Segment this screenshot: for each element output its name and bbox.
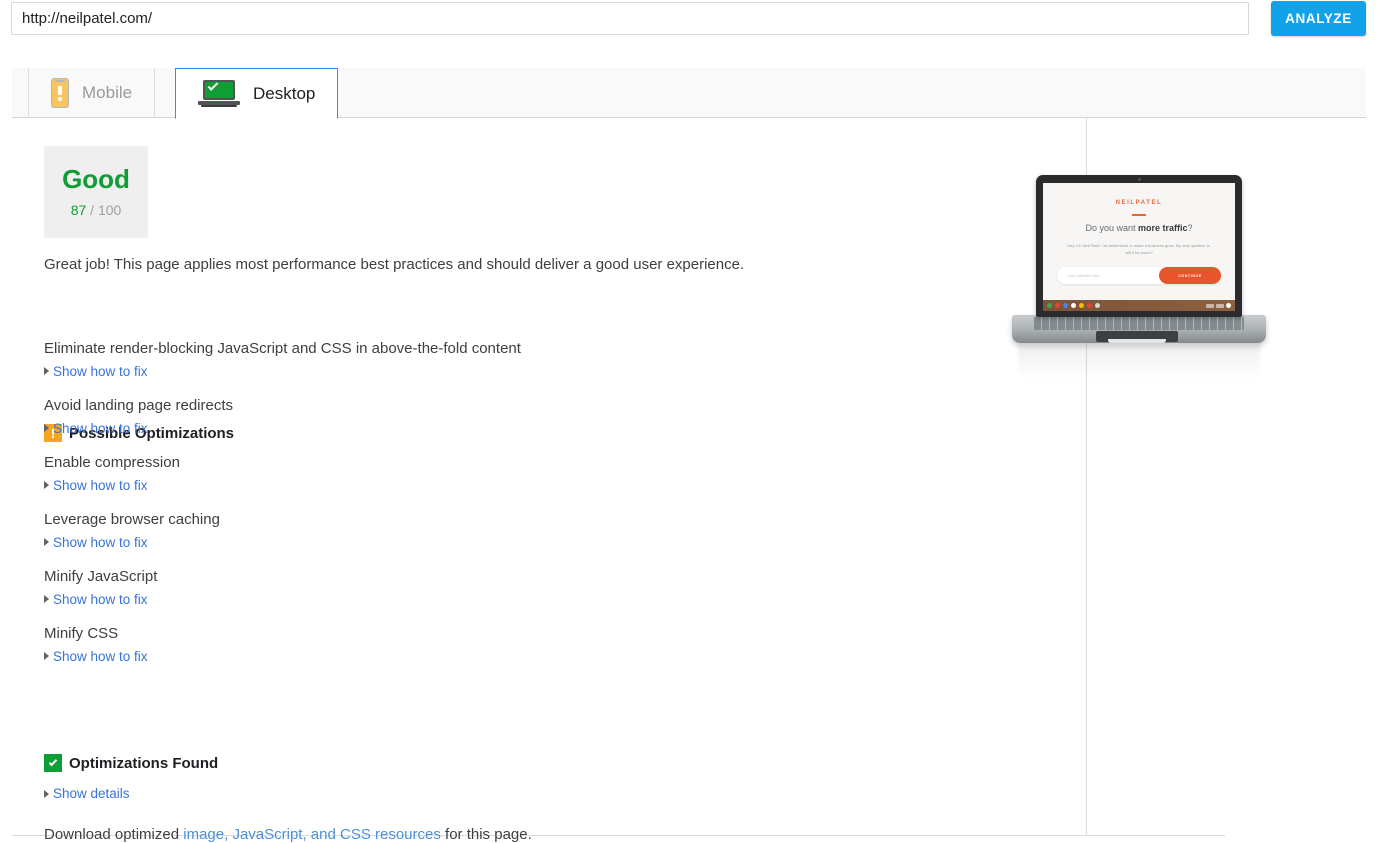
taskbar-status-icon [1216, 303, 1224, 308]
preview-signup-form: Your website URL CONTINUE [1057, 267, 1221, 285]
show-details-link[interactable]: Show details [44, 786, 130, 801]
preview-headline-bold: more traffic [1138, 222, 1188, 233]
preview-headline-post: ? [1187, 222, 1193, 233]
laptop-base [1012, 315, 1266, 343]
results-right-column: NEILPATEL Do you want more traffic? Hey,… [1012, 118, 1266, 836]
taskbar-icon [1087, 303, 1092, 308]
score-card: Good 87 / 100 [44, 146, 148, 238]
show-how-to-fix-label: Show how to fix [53, 363, 148, 379]
preview-url-input-placeholder: Your website URL [1068, 273, 1100, 279]
show-how-to-fix-link[interactable]: Show how to fix [44, 649, 148, 664]
list-item: Leverage browser caching Show how to fix [44, 511, 944, 551]
preview-continue-button: CONTINUE [1159, 267, 1221, 285]
score-summary-text: Great job! This page applies most perfor… [44, 256, 745, 273]
laptop-check-icon [198, 79, 240, 109]
optimization-title: Minify JavaScript [44, 568, 158, 585]
chevron-right-icon [44, 367, 49, 375]
taskbar-icon [1095, 303, 1100, 308]
chevron-right-icon [44, 481, 49, 489]
optimization-title: Leverage browser caching [44, 511, 220, 528]
optimization-title: Minify CSS [44, 625, 119, 642]
tab-strip: Mobile Desktop [12, 68, 1366, 119]
list-item: Minify CSS Show how to fix [44, 625, 944, 665]
laptop-reflection [1018, 345, 1260, 379]
preview-headline-pre: Do you want [1085, 222, 1138, 233]
download-suffix: for this page. [440, 826, 532, 843]
list-item: Eliminate render-blocking JavaScript and… [44, 340, 944, 380]
optimizations-found-label: Optimizations Found [69, 754, 219, 772]
show-how-to-fix-link[interactable]: Show how to fix [44, 478, 148, 493]
preview-brand: NEILPATEL [1115, 200, 1163, 206]
tab-mobile[interactable]: Mobile [28, 68, 156, 118]
optimization-title: Avoid landing page redirects [44, 397, 234, 414]
list-item: Minify JavaScript Show how to fix [44, 568, 944, 608]
laptop-notch [1108, 339, 1166, 343]
list-item: Enable compression Show how to fix [44, 454, 944, 494]
taskbar-icon [1047, 303, 1052, 308]
taskbar-status-icon [1226, 303, 1231, 308]
laptop-keyboard [1034, 317, 1244, 330]
chevron-right-icon [44, 652, 49, 660]
optimization-title: Enable compression [44, 454, 180, 471]
list-item: Avoid landing page redirects Show how to… [44, 397, 944, 437]
download-resources-line: Download optimized image, JavaScript, an… [44, 826, 532, 843]
chevron-right-icon [44, 424, 49, 432]
show-how-to-fix-link[interactable]: Show how to fix [44, 535, 148, 550]
show-how-to-fix-link[interactable]: Show how to fix [44, 364, 148, 379]
score-separator: / [86, 202, 98, 218]
optimizations-found-heading: Optimizations Found [44, 754, 218, 772]
taskbar-status-area [1206, 303, 1231, 308]
taskbar-icon [1071, 303, 1076, 308]
optimization-list: Eliminate render-blocking JavaScript and… [44, 340, 944, 682]
chevron-right-icon [44, 789, 49, 798]
show-how-to-fix-link[interactable]: Show how to fix [44, 421, 148, 436]
taskbar-icon [1079, 303, 1084, 308]
analyze-button[interactable]: ANALYZE [1271, 1, 1366, 36]
show-how-to-fix-label: Show how to fix [53, 420, 148, 436]
chevron-right-icon [44, 595, 49, 603]
results-left-column: Good 87 / 100 Great job! This page appli… [12, 118, 1087, 843]
tab-desktop[interactable]: Desktop [175, 68, 339, 119]
score-value: 87 [70, 202, 87, 218]
taskbar-icon [1063, 303, 1068, 308]
taskbar-icon [1055, 303, 1060, 308]
webcam-icon [1137, 178, 1141, 181]
url-input[interactable] [11, 2, 1249, 35]
optimization-title: Eliminate render-blocking JavaScript and… [44, 340, 521, 357]
results-panel: Good 87 / 100 Great job! This page appli… [12, 118, 1266, 843]
preview-headline: Do you want more traffic? [1043, 223, 1235, 233]
score-value-group: 87 / 100 [71, 202, 122, 218]
tab-desktop-label: Desktop [253, 83, 316, 103]
preview-taskbar [1043, 300, 1235, 311]
show-how-to-fix-label: Show how to fix [53, 591, 148, 607]
show-how-to-fix-label: Show how to fix [53, 477, 148, 493]
score-rating: Good [62, 164, 130, 194]
show-how-to-fix-link[interactable]: Show how to fix [44, 592, 148, 607]
show-details-label: Show details [53, 786, 130, 801]
phone-warning-icon [51, 78, 69, 108]
laptop-lid: NEILPATEL Do you want more traffic? Hey,… [1036, 175, 1242, 317]
score-max: 100 [97, 202, 122, 218]
preview-subtext: Hey, I'm Neil Patel. I'm determined to m… [1067, 242, 1211, 255]
url-bar: ANALYZE [0, 0, 1393, 38]
check-icon [44, 754, 62, 772]
download-resources-link[interactable]: image, JavaScript, and CSS resources [183, 826, 441, 843]
preview-divider [1132, 214, 1146, 216]
page-preview-thumbnail: NEILPATEL Do you want more traffic? Hey,… [1012, 175, 1302, 395]
chevron-right-icon [44, 538, 49, 546]
preview-screen: NEILPATEL Do you want more traffic? Hey,… [1043, 183, 1235, 311]
show-how-to-fix-label: Show how to fix [53, 534, 148, 550]
show-how-to-fix-label: Show how to fix [53, 648, 148, 664]
taskbar-status-icon [1206, 303, 1214, 308]
download-prefix: Download optimized [44, 826, 184, 843]
tab-mobile-label: Mobile [82, 83, 133, 102]
